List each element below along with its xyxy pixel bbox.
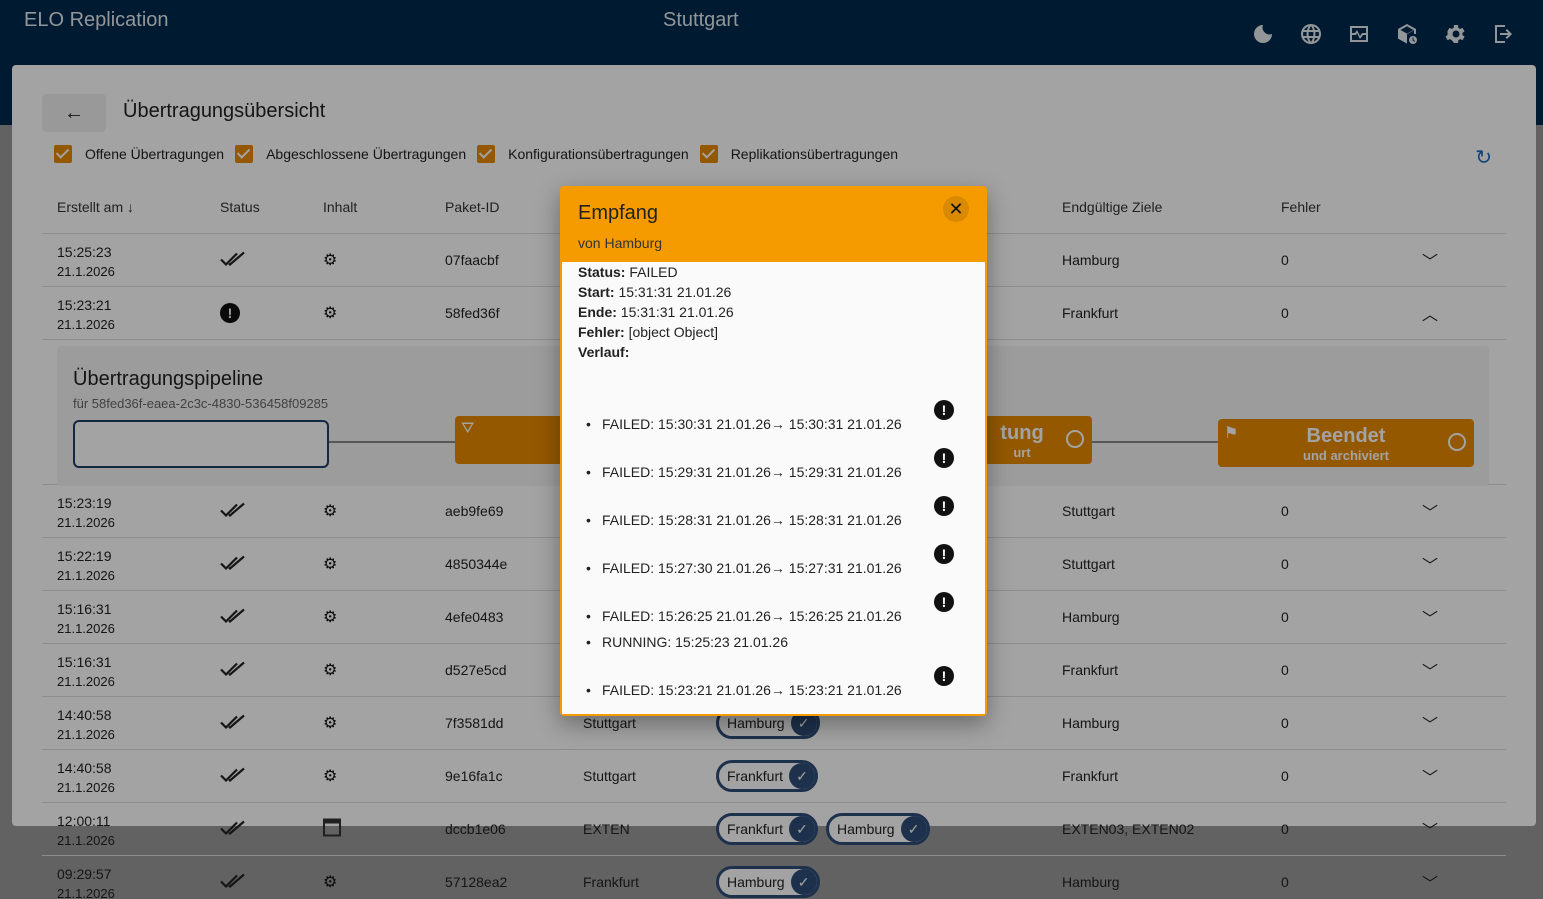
dialog-title: Empfang: [578, 202, 659, 224]
status-value: FAILED: [629, 264, 678, 280]
error-icon: !: [934, 496, 954, 516]
error-icon: !: [934, 592, 954, 612]
start-label: Start:: [578, 284, 615, 300]
error-icon: !: [934, 666, 954, 686]
dialog-subtitle: von Hamburg: [578, 235, 663, 251]
history-label: Verlauf:: [578, 344, 630, 360]
history-text: FAILED: 15:26:25 21.01.26→ 15:26:25 21.0…: [602, 608, 902, 624]
dialog-body: Status: FAILED Start: 15:31:31 21.01.26 …: [562, 262, 985, 714]
end-value: 15:31:31 21.01.26: [620, 304, 734, 320]
history-item: FAILED: 15:29:31 21.01.26→ 15:29:31 21.0…: [586, 440, 969, 488]
error-value: [object Object]: [628, 324, 719, 340]
history-text: FAILED: 15:29:31 21.01.26→ 15:29:31 21.0…: [602, 464, 902, 480]
start-value: 15:31:31 21.01.26: [618, 284, 732, 300]
history-text: FAILED: 15:23:21 21.01.26→ 15:23:21 21.0…: [602, 682, 902, 698]
receive-dialog: Empfang von Hamburg ✕ Status: FAILED Sta…: [560, 186, 987, 716]
status-label: Status:: [578, 264, 626, 280]
history-item: FAILED: 15:27:30 21.01.26→ 15:27:31 21.0…: [586, 536, 969, 584]
history-text: FAILED: 15:28:31 21.01.26→ 15:28:31 21.0…: [602, 512, 902, 528]
history-list: FAILED: 15:30:31 21.01.26→ 15:30:31 21.0…: [578, 392, 969, 706]
end-label: Ende:: [578, 304, 617, 320]
history-text: FAILED: 15:27:30 21.01.26→ 15:27:31 21.0…: [602, 560, 902, 576]
history-item: RUNNING: 15:25:23 21.01.26: [586, 632, 969, 658]
history-text: RUNNING: 15:25:23 21.01.26: [602, 634, 788, 650]
history-text: FAILED: 15:30:31 21.01.26→ 15:30:31 21.0…: [602, 416, 902, 432]
history-item: FAILED: 15:30:31 21.01.26→ 15:30:31 21.0…: [586, 392, 969, 440]
history-item: FAILED: 15:26:25 21.01.26→ 15:26:25 21.0…: [586, 584, 969, 632]
error-icon: !: [934, 544, 954, 564]
dialog-header: Empfang von Hamburg ✕: [562, 188, 985, 262]
error-icon: !: [934, 448, 954, 468]
dialog-info: Status: FAILED Start: 15:31:31 21.01.26 …: [578, 262, 969, 362]
history-item: FAILED: 15:23:21 21.01.26→ 15:23:21 21.0…: [586, 658, 969, 706]
error-label: Fehler:: [578, 324, 625, 340]
close-icon[interactable]: ✕: [943, 196, 969, 222]
history-item: FAILED: 15:28:31 21.01.26→ 15:28:31 21.0…: [586, 488, 969, 536]
error-icon: !: [934, 400, 954, 420]
